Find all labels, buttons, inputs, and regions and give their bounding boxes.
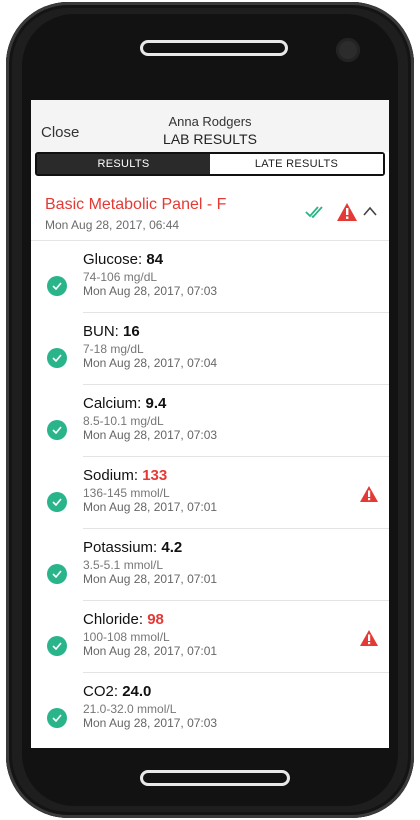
results-tabs: RESULTS LATE RESULTS xyxy=(35,152,385,176)
check-icon xyxy=(47,492,67,512)
result-row-calcium[interactable]: Calcium: 9.4 8.5-10.1 mg/dL Mon Aug 28, … xyxy=(31,385,389,457)
result-time: Mon Aug 28, 2017, 07:03 xyxy=(83,716,218,730)
screen: Close Anna Rodgers LAB RESULTS RESULTS L… xyxy=(31,100,389,748)
check-icon xyxy=(47,636,67,656)
nav-bar: Close Anna Rodgers LAB RESULTS xyxy=(31,100,389,152)
result-name: Sodium: xyxy=(83,467,139,484)
result-row-glucose[interactable]: Glucose: 84 74-106 mg/dL Mon Aug 28, 201… xyxy=(31,241,389,313)
result-time: Mon Aug 28, 2017, 07:01 xyxy=(83,644,218,658)
check-icon xyxy=(47,348,67,368)
page-title: LAB RESULTS xyxy=(163,131,257,147)
check-icon xyxy=(47,708,67,728)
result-range: 136-145 mmol/L xyxy=(83,486,170,500)
result-name: CO2: xyxy=(83,683,119,700)
result-range: 100-108 mmol/L xyxy=(83,630,170,644)
double-check-icon xyxy=(305,206,323,219)
result-name: Glucose: xyxy=(83,251,143,268)
result-range: 7-18 mg/dL xyxy=(83,342,144,356)
result-time: Mon Aug 28, 2017, 07:04 xyxy=(83,356,218,370)
warning-icon xyxy=(337,203,357,221)
result-row-chloride[interactable]: Chloride: 98 100-108 mmol/L Mon Aug 28, … xyxy=(31,601,389,673)
result-name: Calcium: xyxy=(83,395,142,412)
panel-title: Basic Metabolic Panel - F xyxy=(45,196,227,213)
result-value: 133 xyxy=(142,467,168,484)
result-value: 4.2 xyxy=(161,539,183,556)
result-row-potassium[interactable]: Potassium: 4.2 3.5-5.1 mmol/L Mon Aug 28… xyxy=(31,529,389,601)
warning-icon xyxy=(360,486,378,502)
result-time: Mon Aug 28, 2017, 07:01 xyxy=(83,572,218,586)
result-time: Mon Aug 28, 2017, 07:01 xyxy=(83,500,218,514)
panel-datetime: Mon Aug 28, 2017, 06:44 xyxy=(45,218,180,232)
check-icon xyxy=(47,420,67,440)
result-range: 8.5-10.1 mg/dL xyxy=(83,414,164,428)
result-row-sodium[interactable]: Sodium: 133 136-145 mmol/L Mon Aug 28, 2… xyxy=(31,457,389,529)
tab-results[interactable]: RESULTS xyxy=(37,154,210,174)
result-name: BUN: xyxy=(83,323,119,340)
result-value: 24.0 xyxy=(122,683,152,700)
result-value: 9.4 xyxy=(145,395,167,412)
check-icon xyxy=(47,564,67,584)
warning-icon xyxy=(360,630,378,646)
tab-late-results[interactable]: LATE RESULTS xyxy=(210,154,383,174)
result-row-co2[interactable]: CO2: 24.0 21.0-32.0 mmol/L Mon Aug 28, 2… xyxy=(31,673,389,745)
patient-name: Anna Rodgers xyxy=(168,114,252,129)
result-time: Mon Aug 28, 2017, 07:03 xyxy=(83,428,218,442)
result-value: 84 xyxy=(146,251,164,268)
result-range: 3.5-5.1 mmol/L xyxy=(83,558,164,572)
result-range: 74-106 mg/dL xyxy=(83,270,158,284)
result-name: Chloride: xyxy=(83,611,144,628)
check-icon xyxy=(47,276,67,296)
home-bar[interactable] xyxy=(140,770,290,786)
speaker-grille xyxy=(140,40,288,56)
result-value: 98 xyxy=(147,611,164,628)
result-time: Mon Aug 28, 2017, 07:03 xyxy=(83,284,218,298)
panel-header[interactable]: Basic Metabolic Panel - F Mon Aug 28, 20… xyxy=(31,188,389,241)
chevron-up-icon[interactable] xyxy=(363,206,377,216)
result-row-bun[interactable]: BUN: 16 7-18 mg/dL Mon Aug 28, 2017, 07:… xyxy=(31,313,389,385)
result-value: 16 xyxy=(123,323,140,340)
front-camera xyxy=(336,38,360,62)
results-list: Glucose: 84 74-106 mg/dL Mon Aug 28, 201… xyxy=(31,241,389,745)
result-range: 21.0-32.0 mmol/L xyxy=(83,702,177,716)
result-name: Potassium: xyxy=(83,539,158,556)
